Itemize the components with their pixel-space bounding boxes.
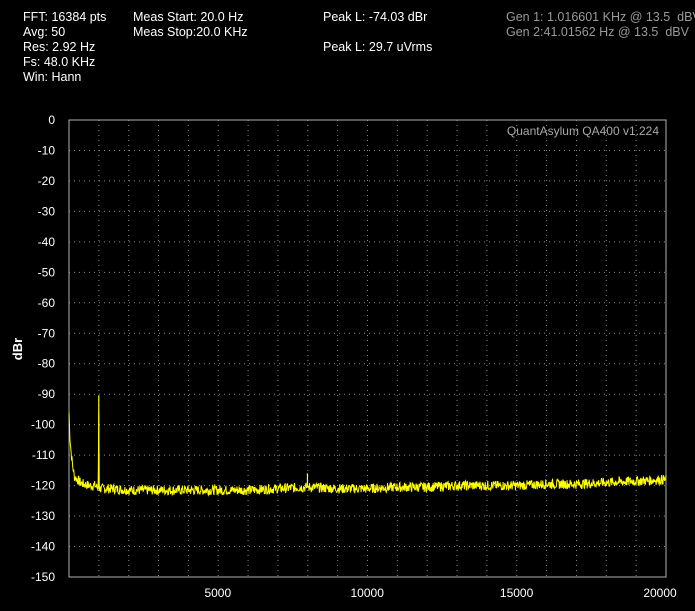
y-tick-label: -100	[31, 418, 55, 432]
x-tick-label: 20000	[643, 586, 677, 600]
y-tick-label: -60	[38, 296, 56, 310]
y-tick-label: -50	[38, 265, 56, 279]
y-tick-label: -70	[38, 326, 56, 340]
y-tick-label: -140	[31, 540, 55, 554]
y-tick-label: -120	[31, 479, 55, 493]
y-tick-label: -40	[38, 235, 56, 249]
y-tick-label: -130	[31, 509, 55, 523]
y-tick-label: -20	[38, 174, 56, 188]
y-tick-label: -30	[38, 204, 56, 218]
y-tick-label: -150	[31, 570, 55, 584]
spike-lines	[98, 395, 309, 489]
spectrum-chart: 0 -10 -20 -30 -40 -50 -60 -70 -80 -90 -100 -110 -120…	[10, 113, 677, 600]
spectrum-trace	[68, 412, 667, 497]
y-axis-label: dBr	[10, 338, 25, 360]
y-tick-label: 0	[48, 113, 55, 127]
plot-frame	[68, 119, 667, 578]
y-tick-labels: 0 -10 -20 -30 -40 -50 -60 -70 -80 -90 -100 -110 -120…	[31, 113, 55, 584]
x-tick-label: 15000	[500, 586, 534, 600]
y-tick-label: -110	[32, 448, 55, 462]
y-tick-label: -80	[38, 357, 56, 371]
x-tick-labels: 5000 10000 15000 20000	[204, 586, 677, 600]
y-tick-label: -10	[38, 143, 56, 157]
y-tick-label: -90	[38, 387, 56, 401]
watermark: QuantAsylum QA400 v1.224	[507, 124, 659, 138]
x-tick-label: 10000	[351, 586, 385, 600]
x-tick-label: 5000	[204, 586, 231, 600]
grid-lines	[69, 120, 666, 577]
